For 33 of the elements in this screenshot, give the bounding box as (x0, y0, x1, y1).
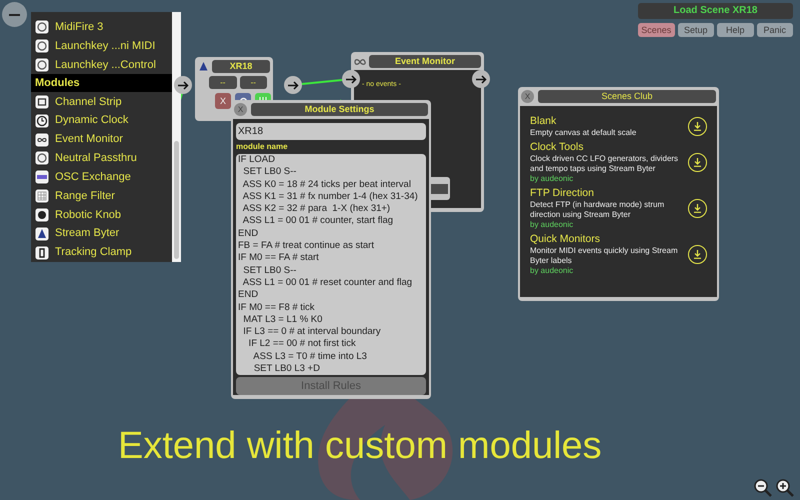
window-title: Event Monitor (369, 55, 481, 68)
section-header: Modules (31, 74, 172, 92)
scene-author: by audeonic (530, 220, 574, 230)
code-line: IF M0 == FA # start (238, 252, 320, 265)
caption: Extend with custom modules (118, 424, 602, 469)
scene-description: Clock driven CC LFO generators, dividers and tempo taps using Stream Byter (530, 154, 680, 174)
code-line: IF L2 == 00 # not first tick (248, 338, 357, 351)
code-line: SET LB0 S-- (242, 166, 298, 179)
code-line: ASS L1 = 00 01 # counter, start flag (242, 215, 394, 228)
node-title: XR18 (212, 60, 270, 73)
code-line: ASS K2 = 32 # para 1-X (hex 31+) (242, 203, 392, 216)
scene-description: Empty canvas at default scale (530, 128, 638, 138)
code-line: ASS L3 = T0 # time into L3 (252, 350, 368, 363)
load-scene-title: Load Scene XR18 (638, 3, 793, 19)
code-line: MAT L3 = L1 % K0 (242, 314, 324, 326)
code-line: END (238, 228, 260, 240)
code-line: FB = FA # treat continue as start (238, 240, 375, 252)
window-title: Module Settings (251, 103, 428, 116)
scene-description: Detect FTP (in hardware mode) strum direction using Stream Byter (530, 200, 666, 220)
scene-author: by audeonic (530, 174, 574, 184)
window-title: Scenes Club (538, 90, 716, 103)
code-line: IF L3 == 0 # at interval boundary (242, 326, 382, 338)
code-line: ASS K0 = 18 # 24 ticks per beat interval (242, 178, 412, 191)
code-line: ASS L1 = 00 01 # reset counter and flag (242, 276, 414, 290)
field-label: module name (236, 140, 289, 152)
code-line: SET LB0 L3 +D (252, 362, 321, 376)
scene-author: by audeonic (530, 266, 574, 276)
code-line: IF M0 == F8 # tick (238, 302, 316, 314)
code-line: ASS K1 = 31 # fx number 1-4 (hex 31-34) (242, 190, 419, 204)
code-line: SET LB0 S-- (242, 264, 298, 277)
code-line: END (238, 289, 260, 302)
scene-description: Monitor MIDI events quickly using Stream Byter labels (530, 246, 679, 266)
code-line: IF LOAD (238, 154, 276, 166)
